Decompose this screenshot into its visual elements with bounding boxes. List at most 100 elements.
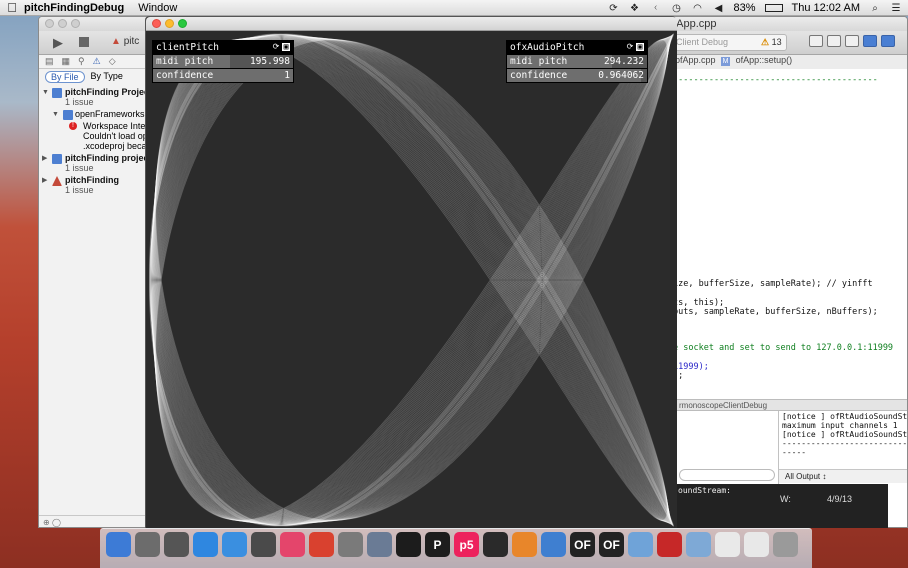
jumpbar-method[interactable]: ofApp::setup() [736,55,793,65]
p5-icon[interactable]: p5 [454,532,479,557]
output-filter-select[interactable]: All Output ↕ [779,469,907,483]
scheme-label: pitc [123,36,140,47]
load-settings-icon[interactable]: ⟳ [272,43,280,51]
slider-confidence[interactable]: confidence 0.964062 [507,69,647,82]
assistant-editor-button[interactable] [827,35,841,47]
lissajous-trail [149,34,674,526]
battery-percent[interactable]: 83% [733,2,755,14]
notification-center-icon[interactable]: ☰ [890,3,902,14]
version-editor-button[interactable] [845,35,859,47]
dropbox-icon[interactable]: ❖ [628,3,640,14]
screenshot-icon[interactable] [744,532,769,557]
slider-confidence[interactable]: confidence 1 [153,69,293,82]
menu-app-name[interactable]: pitchFindingDebug [24,2,124,14]
issue-group-title: pitchFinding Project [65,87,152,97]
issue-item[interactable]: ! Workspace Integ Couldn't load op .xcod… [39,121,152,151]
photo-booth-icon[interactable] [164,532,189,557]
issue-group-count: 1 issue [65,185,94,195]
menu-window[interactable]: Window [138,2,177,14]
pdf-icon[interactable] [657,532,682,557]
spotify-icon[interactable] [483,532,508,557]
close-button[interactable] [45,19,54,28]
issue-group[interactable]: ▼ pitchFinding Project 1 issue [39,87,152,107]
add-icon[interactable]: ⊕ [43,518,50,527]
slider-value: 0.964062 [598,70,644,81]
gui-panel-ofx-audio-pitch[interactable]: ofxAudioPitch ⟳ ▣ midi pitch 294.232 con… [506,40,648,83]
gui-panel-header[interactable]: ofxAudioPitch ⟳ ▣ [507,41,647,54]
volume-icon[interactable]: ◀ [712,3,724,14]
standard-editor-button[interactable] [809,35,823,47]
issue-group[interactable]: ▶ pitchFinding project 1 issue [39,153,152,173]
bluetooth-icon[interactable]: ᚲ [649,3,661,14]
vlc-icon[interactable] [512,532,537,557]
test-navigator-icon[interactable]: ◇ [109,56,116,67]
code-line: puts, sampleRate, bufferSize, nBuffers); [673,307,878,317]
disclosure-closed-icon[interactable]: ▶ [42,176,47,186]
save-settings-icon[interactable]: ▣ [636,43,644,51]
zoom-button[interactable] [178,19,187,28]
scheme-selector[interactable]: ▲ pitc [111,36,139,47]
finder-icon[interactable] [106,532,131,557]
issue-group-title: pitchFinding [65,175,119,185]
processing-icon[interactable]: P [425,532,450,557]
spotlight-icon[interactable]: ⌕ [869,3,881,14]
save-settings-icon[interactable]: ▣ [282,43,290,51]
battery-icon[interactable] [764,4,783,12]
zoom-button[interactable] [71,19,80,28]
minimize-button[interactable] [58,19,67,28]
issue-group[interactable]: ▶ pitchFinding 1 issue [39,175,150,195]
of-icon-2[interactable]: OF [599,532,624,557]
wifi-icon[interactable]: ◠ [691,3,703,14]
launchpad-icon[interactable] [135,532,160,557]
time-machine-icon[interactable]: ◷ [670,3,682,14]
itunes-icon[interactable] [280,532,305,557]
sync-icon[interactable]: ⟳ [607,3,619,14]
terminal-icon[interactable] [396,532,421,557]
symbol-navigator-icon[interactable]: ▦ [62,56,71,67]
filter-icon[interactable]: ◯ [52,518,61,527]
app-store-icon[interactable] [193,532,218,557]
slider-midi-pitch[interactable]: midi pitch 294.232 [507,55,647,68]
disclosure-open-icon[interactable]: ▼ [52,110,59,120]
filter-by-type[interactable]: By Type [91,71,123,83]
minimize-button[interactable] [165,19,174,28]
debug-area-toggle-button[interactable] [881,35,895,47]
safari-icon[interactable] [222,532,247,557]
issue-group[interactable]: ▼ openFrameworksLi [39,109,152,120]
disclosure-open-icon[interactable]: ▼ [42,88,49,98]
trash-icon[interactable] [773,532,798,557]
menubar:  pitchFindingDebug Window ⟳ ❖ ᚲ ◷ ◠ ◀ 8… [0,0,908,16]
issue-detail-line: Couldn't load op [83,131,148,141]
filter-by-file[interactable]: By File [45,71,85,83]
find-navigator-icon[interactable]: ⚲ [78,56,85,67]
lissajous-canvas[interactable]: clientPitch ⟳ ▣ midi pitch 195.998 confi… [146,31,677,529]
tools-icon[interactable] [367,532,392,557]
xcode-icon[interactable] [541,532,566,557]
document-icon[interactable] [715,532,740,557]
disclosure-closed-icon[interactable]: ▶ [42,154,47,164]
issue-group-count: 1 issue [65,163,94,173]
close-button[interactable] [152,19,161,28]
folder-downloads-icon[interactable] [686,532,711,557]
navigator-toggle-button[interactable] [863,35,877,47]
clock[interactable]: Thu 12:02 AM [792,2,861,14]
slider-midi-pitch[interactable]: midi pitch 195.998 [153,55,293,68]
facetime-icon[interactable] [251,532,276,557]
project-navigator-icon[interactable]: ▤ [45,56,54,67]
of-icon[interactable]: OF [570,532,595,557]
gui-panel-header[interactable]: clientPitch ⟳ ▣ [153,41,293,54]
console-line: [notice ] ofRtAudioSoundStr [782,412,908,421]
chrome-icon[interactable] [309,532,334,557]
issue-navigator-icon[interactable]: ⚠ [93,56,101,67]
preview-icon[interactable] [338,532,363,557]
jumpbar-file[interactable]: ofApp.cpp [675,55,716,65]
warning-badge[interactable]: ⚠ 13 [761,37,782,48]
run-button[interactable]: ▶ [53,35,63,51]
apple-menu-icon[interactable]:  [0,0,24,15]
folder-icon[interactable] [628,532,653,557]
load-settings-icon[interactable]: ⟳ [626,43,634,51]
gui-panel-client-pitch[interactable]: clientPitch ⟳ ▣ midi pitch 195.998 confi… [152,40,294,83]
stop-button[interactable] [79,37,89,47]
project-icon [52,154,62,164]
variables-search-field[interactable] [679,469,775,481]
